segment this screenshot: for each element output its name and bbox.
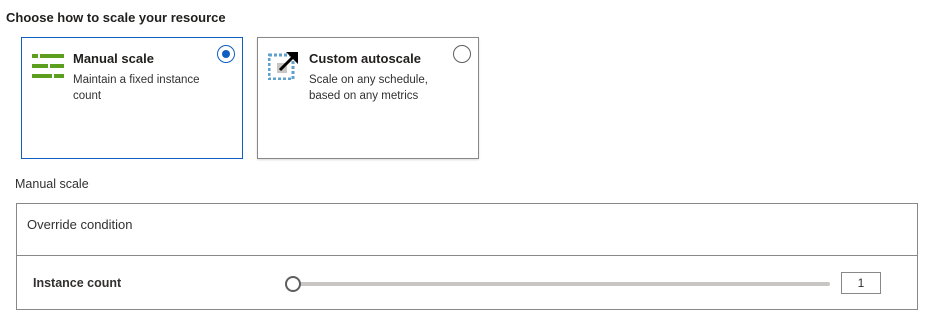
manual-scale-title: Manual scale — [73, 51, 154, 66]
override-condition-label: Override condition — [27, 217, 133, 232]
manual-scale-radio[interactable] — [217, 45, 235, 63]
instance-count-row: Instance count — [17, 255, 917, 309]
manual-scale-option[interactable]: Manual scale Maintain a fixed instance c… — [21, 37, 243, 159]
instance-count-label: Instance count — [33, 276, 122, 290]
instance-count-slider-track[interactable] — [293, 282, 830, 286]
autoscale-icon — [268, 52, 298, 80]
custom-autoscale-description: Scale on any schedule, based on any metr… — [309, 74, 428, 102]
page-heading: Choose how to scale your resource — [6, 10, 226, 25]
override-condition-row: Override condition — [17, 204, 917, 256]
custom-autoscale-radio[interactable] — [453, 45, 471, 63]
manual-scale-settings: Override condition Instance count — [16, 203, 918, 310]
manual-scale-section-label: Manual scale — [15, 177, 89, 191]
custom-autoscale-title: Custom autoscale — [309, 51, 421, 66]
manual-scale-icon — [32, 54, 64, 78]
instance-count-input[interactable] — [841, 272, 881, 294]
custom-autoscale-option[interactable]: Custom autoscale Scale on any schedule, … — [257, 37, 479, 159]
instance-count-slider-thumb[interactable] — [285, 276, 301, 292]
manual-scale-description: Maintain a fixed instance count — [73, 74, 200, 102]
